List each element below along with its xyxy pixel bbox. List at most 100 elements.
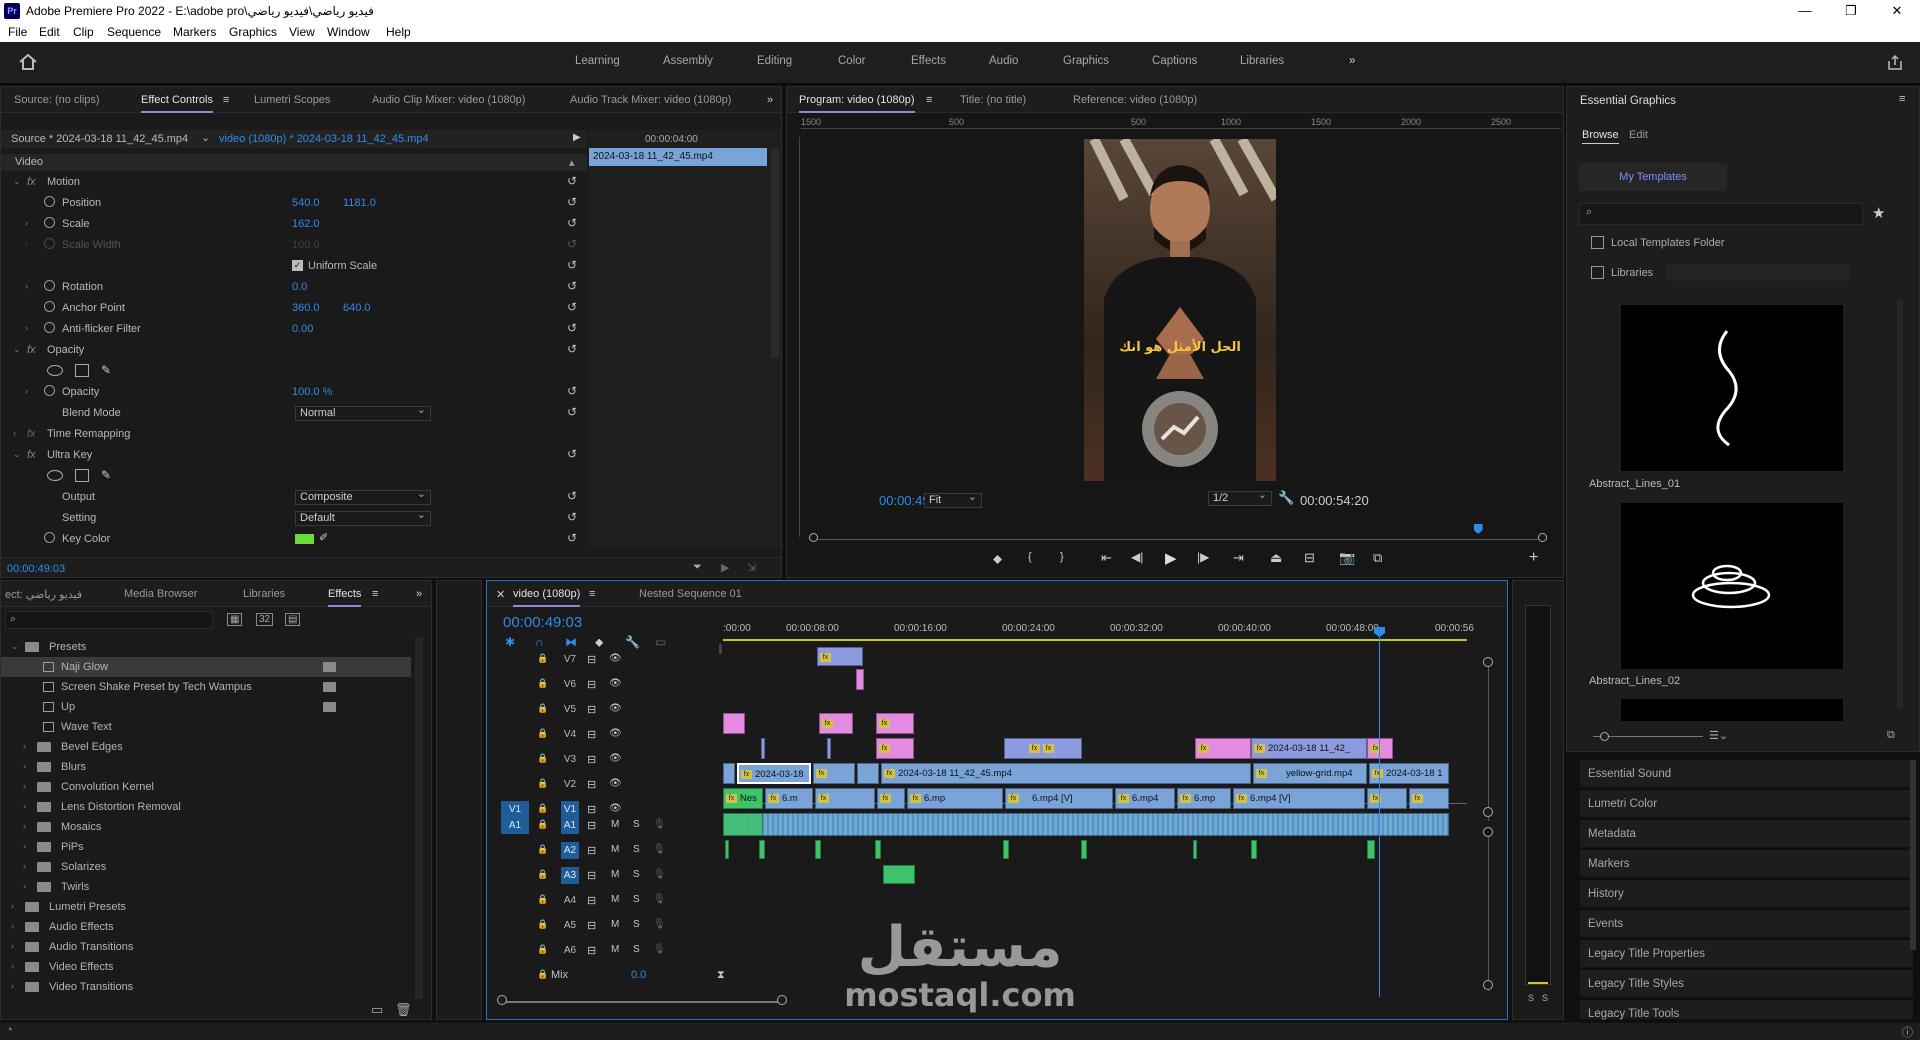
expand-arrow-icon[interactable]: › xyxy=(25,323,28,333)
track-name-a5[interactable]: A5 xyxy=(561,917,579,934)
step-forward-icon[interactable]: |▶ xyxy=(1197,550,1209,564)
ec-timecode[interactable]: 00:00:49:03 xyxy=(7,563,65,575)
effects-tree-item[interactable]: › PiPs xyxy=(1,837,411,857)
expand-arrow-icon[interactable]: ⌄ xyxy=(13,176,21,187)
pen-mask-icon[interactable]: ✎ xyxy=(101,363,111,377)
effects-tree-item[interactable]: Wave Text xyxy=(1,717,411,737)
minimize-icon[interactable]: — xyxy=(1782,0,1828,22)
effects-tree-item[interactable]: › Lens Distortion Removal xyxy=(1,797,411,817)
play-icon[interactable]: ▶ xyxy=(1165,549,1177,567)
clip-a2-audio[interactable] xyxy=(725,840,729,859)
timeline-playhead[interactable] xyxy=(1379,631,1380,997)
track-name-v4[interactable]: V4 xyxy=(561,726,579,743)
workspace-graphics[interactable]: Graphics xyxy=(1063,55,1109,67)
reset-icon[interactable]: ↺ xyxy=(567,384,577,398)
track-name-a6[interactable]: A6 xyxy=(561,942,579,959)
sync-lock-icon[interactable]: ⊟ xyxy=(587,844,596,857)
lock-icon[interactable]: 🔒 xyxy=(537,919,548,930)
workspace-learning[interactable]: Learning xyxy=(575,55,620,67)
output-select[interactable]: Composite xyxy=(295,488,431,505)
sequence-menu-icon[interactable]: ≡ xyxy=(589,588,595,600)
close-icon[interactable]: ✕ xyxy=(1874,0,1920,22)
track-name-v2[interactable]: V2 xyxy=(561,776,579,793)
work-area-bar[interactable] xyxy=(723,639,1467,641)
clip-v2[interactable]: fx 2024-03-18 xyxy=(737,763,811,784)
tab-effect-controls[interactable]: Effect Controls xyxy=(141,94,213,113)
clip-a3-audio[interactable] xyxy=(883,865,915,884)
workspace-assembly[interactable]: Assembly xyxy=(663,55,713,67)
32bit-effects-icon[interactable]: 32 xyxy=(256,613,274,626)
mute-button[interactable]: M xyxy=(611,944,619,955)
menu-view[interactable]: View xyxy=(289,25,315,39)
more-panels-icon[interactable]: » xyxy=(416,588,422,600)
tab-sequence-video[interactable]: video (1080p) xyxy=(513,588,581,607)
panel-events[interactable]: Events xyxy=(1580,910,1913,938)
lock-icon[interactable]: 🔒 xyxy=(537,753,548,764)
lock-icon[interactable]: 🔒 xyxy=(537,778,548,789)
go-to-in-icon[interactable]: ⇤ xyxy=(1101,550,1112,566)
tab-audio-clip-mixer[interactable]: Audio Clip Mixer: video (1080p) xyxy=(372,94,525,106)
play-only-icon[interactable]: ▶ xyxy=(721,561,729,574)
clip-v1[interactable]: fx 6.mp xyxy=(1177,788,1231,809)
effects-tree-item[interactable]: › Twirls xyxy=(1,877,411,897)
track-name-v5[interactable]: V5 xyxy=(561,701,579,718)
rectangle-mask-icon[interactable] xyxy=(75,364,89,377)
wrench-icon[interactable]: 🔧 xyxy=(1278,490,1294,506)
anchor-y-value[interactable]: 640.0 xyxy=(343,302,371,314)
eyedropper-icon[interactable]: ✐ xyxy=(319,531,328,544)
more-workspaces-icon[interactable]: » xyxy=(1349,55,1355,67)
lock-icon[interactable]: 🔒 xyxy=(537,728,548,739)
clip-v1[interactable]: fx xyxy=(1409,788,1449,809)
workspace-editing[interactable]: Editing xyxy=(757,55,792,67)
zoom-fit-select[interactable]: Fit xyxy=(924,491,982,508)
tab-libraries[interactable]: Libraries xyxy=(243,588,285,600)
export-frame-icon[interactable]: 📷 xyxy=(1339,550,1355,566)
lift-icon[interactable]: ⏏ xyxy=(1270,550,1282,566)
eye-icon[interactable]: 👁 xyxy=(609,728,622,739)
menu-window[interactable]: Window xyxy=(327,25,370,39)
share-icon[interactable] xyxy=(1887,54,1903,70)
sync-lock-icon[interactable]: ⊟ xyxy=(587,703,596,716)
clip-a2-audio[interactable] xyxy=(1081,840,1087,859)
export-icon[interactable]: ⇲ xyxy=(747,561,756,574)
effects-tree-item[interactable]: › Video Transitions xyxy=(1,977,411,997)
new-layer-icon[interactable]: ⧉ xyxy=(1887,729,1895,742)
reset-icon[interactable]: ↺ xyxy=(567,342,577,356)
workspace-libraries[interactable]: Libraries xyxy=(1240,55,1284,67)
template-thumbnail[interactable] xyxy=(1621,305,1843,471)
solo-button[interactable]: S xyxy=(633,894,640,905)
more-panels-icon[interactable]: » xyxy=(767,94,773,106)
chevron-right-icon[interactable]: › xyxy=(11,961,14,971)
tab-program[interactable]: Program: video (1080p) xyxy=(799,94,915,113)
clip-a2-audio[interactable] xyxy=(759,840,765,859)
effects-tree-item[interactable]: Screen Shake Preset by Tech Wampus xyxy=(1,677,411,697)
position-x-value[interactable]: 540.0 xyxy=(292,197,320,209)
mark-in-icon[interactable]: { xyxy=(1028,551,1032,563)
track-name-v7[interactable]: V7 xyxy=(561,651,579,668)
effects-tree-item[interactable]: › Audio Effects xyxy=(1,917,411,937)
effects-tree-item[interactable]: › Lumetri Presets xyxy=(1,897,411,917)
comparison-view-icon[interactable]: ⧉ xyxy=(1373,550,1382,566)
clip-v1[interactable]: fx xyxy=(815,788,875,809)
clip-v4[interactable]: fx xyxy=(876,713,914,734)
sync-lock-icon[interactable]: ⊟ xyxy=(587,653,596,666)
clip-v6[interactable] xyxy=(856,669,864,690)
program-playhead[interactable] xyxy=(1473,524,1483,534)
clip-v3[interactable]: fx xyxy=(876,738,914,759)
chevron-right-icon[interactable]: › xyxy=(23,761,26,771)
clip-v1[interactable]: fx 6.mp4 xyxy=(1115,788,1175,809)
play-arrow-icon[interactable]: ▶ xyxy=(573,132,581,143)
thumbnail-size-slider[interactable] xyxy=(1593,736,1703,737)
libraries-select[interactable] xyxy=(1667,264,1851,281)
effects-tree-item[interactable]: › Mosaics xyxy=(1,817,411,837)
reset-icon[interactable]: ↺ xyxy=(567,510,577,524)
sync-lock-icon[interactable]: ⊟ xyxy=(587,753,596,766)
sync-lock-icon[interactable]: ⊟ xyxy=(587,919,596,932)
sync-lock-icon[interactable]: ⊟ xyxy=(587,894,596,907)
voice-over-icon[interactable]: 🎙 xyxy=(653,919,666,930)
clip-area[interactable]: fx fx fx fx fx fx fx fx 2024-03-18 11_42_ … xyxy=(723,627,1485,997)
effects-tree-item[interactable]: › Solarizes xyxy=(1,857,411,877)
solo-right-button[interactable]: S xyxy=(1542,993,1548,1003)
reset-icon[interactable]: ↺ xyxy=(567,258,577,272)
scrub-end-handle[interactable] xyxy=(1538,533,1547,542)
